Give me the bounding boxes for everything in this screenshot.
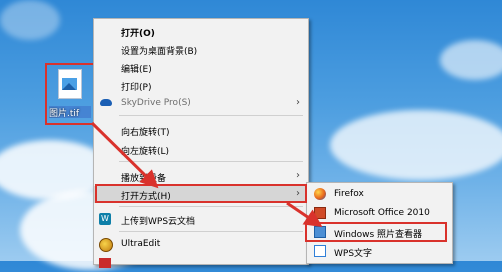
annotation-arrows: [90, 121, 323, 228]
arrow-to-open-with: [90, 121, 159, 189]
arrow-to-photo-viewer: [286, 201, 323, 228]
